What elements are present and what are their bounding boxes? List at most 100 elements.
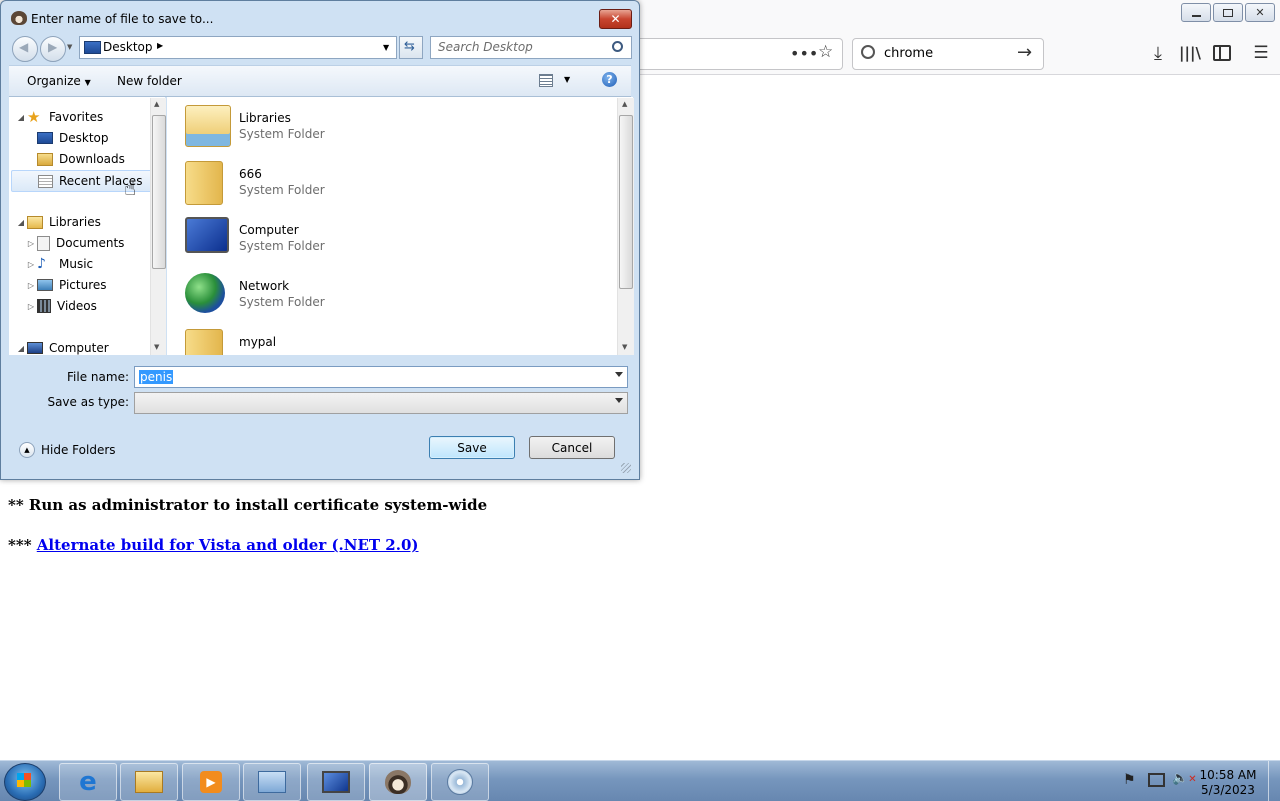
nav-scrollbar[interactable]: ▲ ▼ [150,98,166,355]
scroll-down-icon[interactable]: ▼ [154,343,159,351]
taskbar-remote-desktop[interactable] [307,763,365,801]
file-item[interactable]: mypal [185,325,485,355]
file-name-input[interactable]: penis [134,366,628,388]
hide-folders-button[interactable]: ▲ Hide Folders [19,442,116,458]
nav-libraries-label: Libraries [49,215,101,229]
address-dropdown-icon[interactable]: ▼ [383,43,389,52]
library-icon[interactable]: |||\ [1177,40,1203,66]
forward-button[interactable]: ▶ [40,36,66,62]
asterisks: *** [8,536,37,554]
documents-icon [37,235,50,251]
nav-libraries[interactable]: ◢ Libraries [15,212,101,232]
file-name: Computer [239,223,299,237]
new-folder-button[interactable]: New folder [117,74,182,88]
url-bar[interactable]: ••• ☆ [640,38,843,70]
file-name-value: penis [139,370,174,384]
nav-downloads-label: Downloads [59,152,125,166]
dialog-close-button[interactable]: ✕ [599,9,632,29]
search-placeholder: Search Desktop [438,40,533,54]
search-icon [861,45,875,59]
media-player-icon: ▶ [200,771,222,793]
close-icon: ✕ [610,12,621,26]
close-icon: ✕ [1255,6,1265,19]
download-icon[interactable]: ⤓ [1145,40,1171,66]
browser-search-value: chrome [884,46,934,61]
search-desktop-input[interactable]: Search Desktop [430,36,632,59]
action-center-flag-icon[interactable]: ⚑ [1123,772,1136,788]
alternate-build-link[interactable]: Alternate build for Vista and older (.NE… [37,536,419,554]
computer-icon [185,217,229,253]
file-name: Libraries [239,111,291,125]
control-panel-icon [258,771,286,793]
organize-button[interactable]: Organize ▼ [27,74,91,88]
nav-music[interactable]: ▷ ♪ Music [25,254,93,274]
file-item[interactable]: Libraries System Folder [185,101,485,153]
address-bar[interactable]: Desktop ▶ ▼ [79,36,397,59]
computer-icon [27,342,43,354]
breadcrumb-arrow-icon[interactable]: ▶ [157,41,163,50]
scroll-up-icon[interactable]: ▲ [622,100,627,108]
browser-search-bar[interactable]: chrome → [852,38,1044,70]
menu-icon[interactable]: ☰ [1248,40,1274,66]
show-desktop-button[interactable] [1268,761,1280,801]
save-as-type-select[interactable] [134,392,628,414]
chevron-down-icon[interactable] [615,398,623,403]
view-dropdown-icon[interactable]: ▼ [564,75,570,84]
nav-computer[interactable]: ◢ Computer [15,338,109,358]
file-type: System Folder [239,183,325,197]
file-list: Libraries System Folder 666 System Folde… [167,97,633,355]
admin-note: ** Run as administrator to install certi… [8,496,488,514]
nav-videos[interactable]: ▷ Videos [25,296,97,316]
volume-muted-icon[interactable]: 🔈✕ [1172,771,1197,786]
save-button[interactable]: Save [429,436,515,459]
taskbar-explorer[interactable] [120,763,178,801]
back-button[interactable]: ◀ [12,36,38,62]
nav-pictures[interactable]: ▷ Pictures [25,275,107,295]
taskbar-media-player[interactable]: ▶ [182,763,240,801]
taskbar-browser[interactable] [369,763,427,801]
file-item[interactable]: Computer System Folder [185,213,485,265]
navigation-pane: ◢ ★ Favorites Desktop Downloads Recent Pla… [9,97,165,355]
nav-desktop-label: Desktop [59,131,109,145]
libraries-icon [27,215,43,229]
restore-button[interactable] [1213,3,1243,22]
sidebar-icon[interactable] [1209,40,1235,66]
help-icon[interactable]: ? [602,72,617,87]
taskbar-disc-app[interactable] [431,763,489,801]
resize-grip-icon[interactable] [621,463,631,473]
folder-icon [185,329,223,355]
page-actions-icon[interactable]: ••• [790,44,818,63]
refresh-button[interactable]: ⇆ [399,36,423,59]
search-icon[interactable] [612,41,623,52]
file-item[interactable]: 666 System Folder [185,157,485,209]
minimize-button[interactable] [1181,3,1211,22]
scroll-thumb[interactable] [152,115,166,269]
start-button[interactable] [4,763,46,801]
network-icon [185,273,225,313]
nav-favorites[interactable]: ◢ ★ Favorites [15,107,103,127]
bookmark-star-icon[interactable]: ☆ [818,42,833,62]
taskbar-control-panel[interactable] [243,763,301,801]
file-item[interactable]: Network System Folder [185,269,485,321]
scroll-down-icon[interactable]: ▼ [622,343,627,351]
chevron-down-icon[interactable] [615,372,623,377]
scroll-thumb[interactable] [619,115,633,289]
network-tray-icon[interactable] [1148,773,1165,787]
nav-documents[interactable]: ▷ Documents [25,233,124,253]
change-view-icon[interactable] [539,74,553,87]
clock[interactable]: 10:58 AM 5/3/2023 [1198,768,1258,798]
desktop-icon [84,41,101,54]
nav-desktop[interactable]: Desktop [37,128,109,148]
nav-recent-places[interactable]: Recent Places [11,170,159,192]
file-list-scrollbar[interactable]: ▲ ▼ [617,98,634,355]
downloads-folder-icon [37,152,53,166]
scroll-up-icon[interactable]: ▲ [154,100,159,108]
nav-downloads[interactable]: Downloads [37,149,125,169]
cancel-button[interactable]: Cancel [529,436,615,459]
taskbar-internet-explorer[interactable]: e [59,763,117,801]
recent-pages-dropdown-icon[interactable]: ▼ [67,43,72,51]
collapse-icon: ▷ [27,259,35,269]
raccoon-icon [385,770,411,794]
go-arrow-icon[interactable]: → [1017,42,1032,63]
window-close-button[interactable]: ✕ [1245,3,1275,22]
